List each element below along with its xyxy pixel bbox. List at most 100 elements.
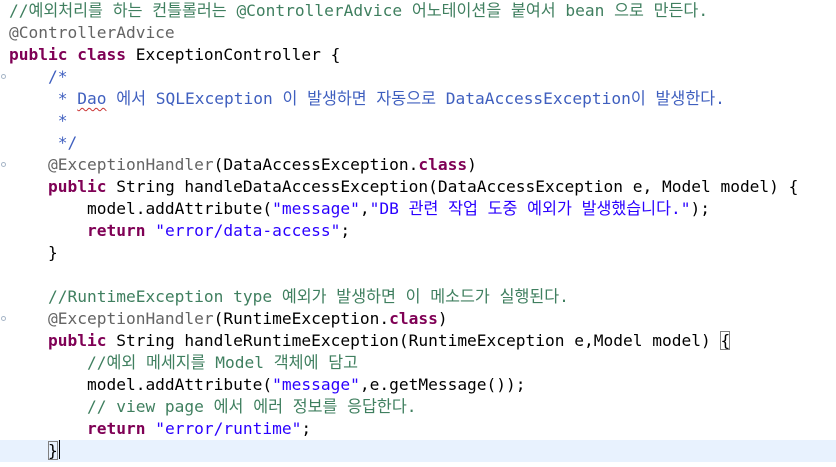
code-token: //예외처리를 하는 컨틀롤러는 @ControllerAdvice 어노테이션… <box>9 1 709 20</box>
code-text: /* <box>9 66 68 88</box>
code-token: model.addAttribute( <box>9 199 273 218</box>
code-text: return "error/data-access"; <box>9 220 350 242</box>
code-token: ; <box>301 419 312 438</box>
code-token: /* <box>47 67 68 86</box>
code-text: //예외 메세지를 Model 객체에 담고 <box>9 352 358 374</box>
code-text: public String handleDataAccessException(… <box>9 176 798 198</box>
code-text: return "error/runtime"; <box>9 418 311 440</box>
code-token: * <box>9 111 68 130</box>
code-token: "DB 관련 작업 도중 예외가 발생했습니다." <box>369 199 691 218</box>
code-text: } <box>9 440 60 462</box>
code-token: public <box>9 45 68 64</box>
code-token: ) <box>467 155 477 174</box>
code-token: ; <box>340 221 351 240</box>
code-token: (RuntimeException. <box>213 309 390 328</box>
code-token: ) <box>437 309 448 328</box>
code-text: //RuntimeException type 예외가 발생하면 이 메소드가 … <box>9 286 569 308</box>
code-line[interactable] <box>0 264 836 286</box>
code-token: model.addAttribute( <box>9 375 273 394</box>
code-token: * <box>9 89 78 108</box>
fold-marker-icon[interactable] <box>1 154 7 176</box>
fold-marker-icon[interactable] <box>1 308 7 330</box>
code-token: ,e.getMessage()); <box>359 375 526 394</box>
code-line[interactable]: // view page 에서 에러 정보를 응답한다. <box>0 396 836 418</box>
code-token: { <box>720 331 731 350</box>
code-token: return <box>86 419 146 438</box>
code-line[interactable]: return "error/runtime"; <box>0 418 836 440</box>
code-token: ); <box>690 199 710 218</box>
code-token: class <box>389 309 438 328</box>
code-token: */ <box>9 133 78 152</box>
code-text: public class ExceptionController { <box>9 44 340 66</box>
code-token: @ExceptionHandler <box>47 155 214 174</box>
code-token: } <box>47 441 58 460</box>
code-line[interactable]: @ExceptionHandler(DataAccessException.cl… <box>0 154 836 176</box>
code-token: //RuntimeException type 예외가 발생하면 이 메소드가 … <box>47 287 569 306</box>
code-text: @ExceptionHandler(DataAccessException.cl… <box>9 154 477 176</box>
code-token: class <box>418 155 468 174</box>
code-token: String handleDataAccessException(DataAcc… <box>106 177 799 196</box>
code-token: "message" <box>272 375 360 394</box>
code-token: Dao <box>77 89 107 108</box>
code-text: * Dao 에서 SQLException 이 발생하면 자동으로 DataAc… <box>9 88 725 110</box>
code-line[interactable]: model.addAttribute("message","DB 관련 작업 도… <box>0 198 836 220</box>
code-line[interactable]: public String handleRuntimeException(Run… <box>0 330 836 352</box>
code-editor[interactable]: //예외처리를 하는 컨틀롤러는 @ControllerAdvice 어노테이션… <box>0 0 836 467</box>
code-line[interactable]: } <box>0 440 836 462</box>
code-line[interactable]: //예외 메세지를 Model 객체에 담고 <box>0 352 836 374</box>
code-text: //예외처리를 하는 컨틀롤러는 @ControllerAdvice 어노테이션… <box>9 0 708 22</box>
code-token: "message" <box>272 199 360 218</box>
code-text: model.addAttribute("message","DB 관련 작업 도… <box>9 198 710 220</box>
code-text: } <box>9 242 58 264</box>
code-token: return <box>86 221 146 240</box>
code-token: "error/data-access" <box>155 221 341 240</box>
code-token: ExceptionController { <box>125 45 341 64</box>
code-token: @ControllerAdvice <box>9 23 175 42</box>
code-line[interactable]: //RuntimeException type 예외가 발생하면 이 메소드가 … <box>0 286 836 308</box>
code-token: public <box>47 177 107 196</box>
code-token: // view page 에서 에러 정보를 응답한다. <box>86 397 417 416</box>
code-line[interactable]: @ControllerAdvice <box>0 22 836 44</box>
code-line[interactable]: * <box>0 110 836 132</box>
code-token: class <box>77 45 126 64</box>
code-token: , <box>359 199 370 218</box>
code-text: model.addAttribute("message",e.getMessag… <box>9 374 526 396</box>
code-line[interactable]: model.addAttribute("message",e.getMessag… <box>0 374 836 396</box>
code-line[interactable]: //예외처리를 하는 컨틀롤러는 @ControllerAdvice 어노테이션… <box>0 0 836 22</box>
code-line[interactable]: /* <box>0 66 836 88</box>
code-text: * <box>9 110 68 132</box>
code-line[interactable]: @ExceptionHandler(RuntimeException.class… <box>0 308 836 330</box>
fold-marker-icon[interactable] <box>1 66 7 88</box>
code-token: public <box>47 331 107 350</box>
code-line[interactable]: public class ExceptionController { <box>0 44 836 66</box>
code-text: @ControllerAdvice <box>9 22 175 44</box>
code-text: */ <box>9 132 78 154</box>
code-token: 에서 SQLException 이 발생하면 자동으로 DataAccessEx… <box>106 89 725 108</box>
code-line[interactable]: * Dao 에서 SQLException 이 발생하면 자동으로 DataAc… <box>0 88 836 110</box>
code-line[interactable]: } <box>0 242 836 264</box>
code-text: public String handleRuntimeException(Run… <box>9 330 731 352</box>
code-line[interactable]: public String handleDataAccessException(… <box>0 176 836 198</box>
code-text: // view page 에서 에러 정보를 응답한다. <box>9 396 417 418</box>
code-token: @ExceptionHandler <box>47 309 214 328</box>
code-line[interactable]: */ <box>0 132 836 154</box>
code-text: @ExceptionHandler(RuntimeException.class… <box>9 308 448 330</box>
text-caret <box>58 440 60 459</box>
code-token: "error/runtime" <box>155 419 302 438</box>
code-token: } <box>9 243 58 262</box>
code-line[interactable]: return "error/data-access"; <box>0 220 836 242</box>
